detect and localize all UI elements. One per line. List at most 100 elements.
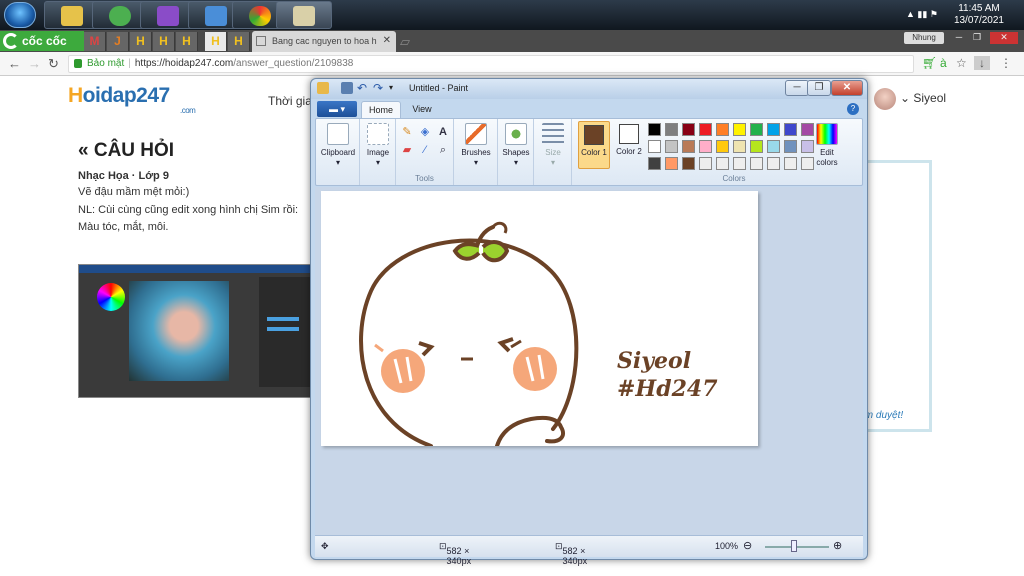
forward-icon[interactable]: → [28,56,41,71]
double-chevron-left-icon[interactable]: « [78,140,94,161]
eraser-icon[interactable]: ▰ [400,143,414,157]
palette-swatch[interactable] [682,157,695,170]
color2-selector[interactable]: Color 2 [614,121,644,169]
save-icon[interactable] [341,82,353,94]
avatar[interactable] [874,88,896,110]
edit-colors-button[interactable]: Edit colors [810,123,844,168]
size-label: Size [545,148,561,157]
browser-brand: cốc cốc [22,34,67,48]
tray-icons[interactable]: ▲ ▮▮ ⚑ [906,9,938,20]
palette-swatch[interactable] [716,140,729,153]
paint-titlebar[interactable]: ↶ ↷ ▾ Untitled - Paint ─ ❐ ✕ [311,79,867,99]
star-icon[interactable]: ☆ [956,56,967,70]
color-picker-icon[interactable]: ⁄ [418,143,432,157]
palette-swatch[interactable] [648,157,661,170]
pinned-tab-h[interactable]: H [153,32,175,51]
pinned-tab-h[interactable]: H [130,32,152,51]
user-menu[interactable]: ⌄ Siyeol [900,91,946,105]
pinned-tab-j[interactable]: J [107,32,129,51]
restore-icon[interactable]: ❐ [966,32,988,44]
palette-swatch[interactable] [750,123,763,136]
palette-swatch[interactable] [733,123,746,136]
question-attachment-image[interactable] [78,264,314,398]
new-tab-button[interactable]: ▱ [400,34,410,50]
help-icon[interactable]: ? [847,103,859,115]
pinned-tab-h[interactable]: H [228,32,250,51]
reload-icon[interactable]: ↻ [48,56,59,72]
site-logo[interactable]: Hoidap247 .com [68,84,196,115]
translate-icon[interactable]: à [940,56,947,70]
close-button[interactable]: ✕ [831,80,863,96]
palette-swatch[interactable] [750,140,763,153]
menu-icon[interactable]: ⋮ [1000,56,1012,70]
palette-swatch[interactable] [665,140,678,153]
answer-sidebar-box [858,160,932,432]
brushes-button[interactable]: Brushes ▾ [456,123,496,168]
url-field[interactable]: Bảo mật | https://hoidap247.com/answer_que… [68,55,914,73]
shapes-button[interactable]: Shapes ▾ [500,123,532,168]
pinned-tab-h-active[interactable]: H [205,32,227,51]
drawing-signature: Siyeol #Hd247 [617,347,718,403]
download-icon[interactable]: ↓ [974,56,990,70]
palette-swatch[interactable] [750,157,763,170]
tab-periodic-table[interactable]: Bang cac nguyen to hoa h ✕ [252,31,396,52]
profile-chip[interactable]: Nhung [904,32,944,44]
window-title: Untitled - Paint [409,83,469,93]
size-button[interactable]: Size ▾ [536,123,570,168]
palette-swatch[interactable] [665,157,678,170]
image-button[interactable]: Image ▾ [362,123,394,168]
palette-swatch[interactable] [648,123,661,136]
palette-swatch[interactable] [665,123,678,136]
drawing-canvas[interactable]: Siyeol #Hd247 [321,191,758,448]
image-size-text: 582 × 340px [562,546,588,566]
zoom-out-icon[interactable]: ⊖ [743,539,752,552]
file-menu-button[interactable]: ▬ ▾ [317,101,357,117]
palette-swatch[interactable] [716,123,729,136]
cart-icon[interactable]: 🛒︎ [922,56,937,70]
zoom-in-icon[interactable]: ⊕ [833,539,842,552]
text-icon[interactable]: A [436,125,450,139]
back-icon[interactable]: ← [8,56,21,71]
palette-swatch[interactable] [767,157,780,170]
palette-swatch[interactable] [767,140,780,153]
zoom-slider-track[interactable] [765,546,829,548]
palette-swatch[interactable] [699,123,712,136]
clipboard-button[interactable]: Clipboard ▾ [320,123,356,168]
close-icon[interactable]: ✕ [990,32,1018,44]
palette-swatch[interactable] [648,140,661,153]
palette-swatch[interactable] [699,140,712,153]
coccoc-menu-button[interactable]: cốc cốc [0,31,84,51]
start-button[interactable] [4,2,36,28]
palette-swatch[interactable] [682,140,695,153]
pencil-icon[interactable]: ✎ [400,125,414,139]
palette-swatch[interactable] [699,157,712,170]
palette-swatch[interactable] [784,123,797,136]
palette-swatch[interactable] [784,157,797,170]
maximize-button[interactable]: ❐ [807,80,831,96]
pinned-tab-gmail[interactable]: M [84,32,106,51]
pinned-tab-h[interactable]: H [176,32,198,51]
fill-icon[interactable]: ◈ [418,125,432,139]
palette-swatch[interactable] [682,123,695,136]
palette-swatch[interactable] [733,157,746,170]
tab-view[interactable]: View [405,101,439,118]
magnifier-icon[interactable]: ⌕ [436,143,450,157]
palette-swatch[interactable] [767,123,780,136]
taskbar-paint-button[interactable] [276,1,332,29]
tray-clock[interactable]: 11:45 AM 13/07/2021 [954,3,1004,27]
color1-selector[interactable]: Color 1 [578,121,610,169]
quick-access-dropdown-icon[interactable]: ▾ [389,82,401,94]
close-icon[interactable]: ✕ [383,35,391,46]
color1-label: Color 1 [581,148,607,157]
minimize-button[interactable]: ─ [785,80,809,96]
palette-swatch[interactable] [733,140,746,153]
nav-time-link[interactable]: Thời gia [268,94,312,108]
ribbon: Clipboard ▾ Image ▾ ✎ ◈ A ▰ ⁄ ⌕ Tools Brus… [315,118,863,186]
redo-icon[interactable]: ↷ [373,82,385,94]
zoom-slider-thumb[interactable] [791,540,797,552]
paint-app-icon[interactable] [317,82,329,94]
undo-icon[interactable]: ↶ [357,82,369,94]
palette-swatch[interactable] [716,157,729,170]
palette-swatch[interactable] [784,140,797,153]
tab-home[interactable]: Home [361,101,401,118]
